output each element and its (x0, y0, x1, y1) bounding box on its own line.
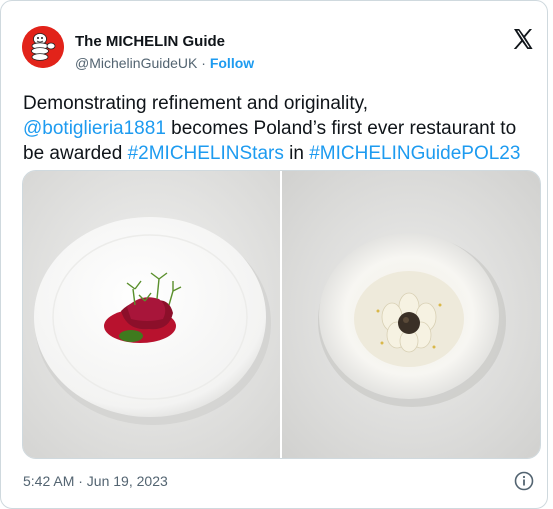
follow-button[interactable]: Follow (210, 55, 254, 71)
tweet-text-line1: Demonstrating refinement and originality… (23, 93, 368, 114)
white-bowl-dessert-photo[interactable] (282, 171, 540, 458)
tweet-text-in: in (283, 143, 310, 164)
avatar[interactable] (22, 26, 64, 68)
tweet-text: Demonstrating refinement and originality… (23, 91, 538, 166)
x-logo-icon[interactable] (511, 27, 535, 51)
timestamp[interactable]: 5:42 AM · Jun 19, 2023 (23, 473, 168, 489)
mention-link[interactable]: @botiglieria1881 (23, 118, 166, 139)
tweet-card: The MICHELIN Guide @MichelinGuideUK · Fo… (0, 0, 548, 509)
handle-row: @MichelinGuideUK · Follow (75, 55, 254, 71)
author-handle[interactable]: @MichelinGuideUK (75, 55, 197, 71)
hashtag-link-1[interactable]: #2MICHELINStars (128, 143, 284, 164)
author-name[interactable]: The MICHELIN Guide (75, 33, 225, 50)
info-icon[interactable] (514, 471, 534, 491)
hashtag-link-2[interactable]: #MICHELINGuidePOL23 (309, 143, 520, 164)
beetroot-dish-photo[interactable] (23, 171, 280, 458)
media-grid (22, 170, 541, 459)
michelin-man-icon (22, 26, 64, 68)
separator-dot: · (201, 55, 206, 71)
